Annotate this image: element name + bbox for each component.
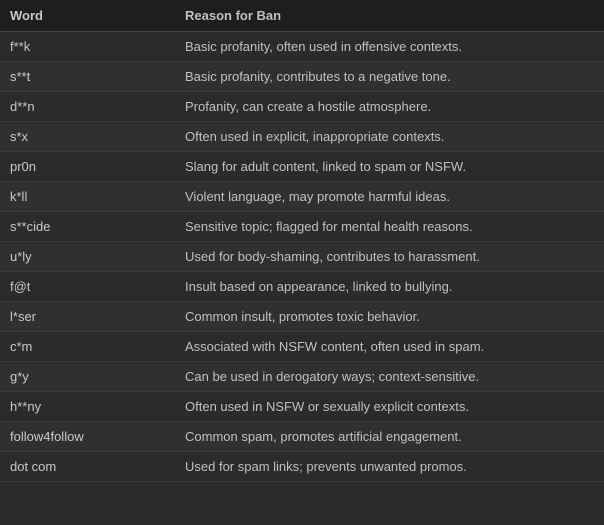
header-reason: Reason for Ban: [175, 0, 604, 32]
cell-word: dot com: [0, 452, 175, 482]
cell-reason: Can be used in derogatory ways; context-…: [175, 362, 604, 392]
table-row: k*llViolent language, may promote harmfu…: [0, 182, 604, 212]
cell-word: f@t: [0, 272, 175, 302]
cell-word: s**cide: [0, 212, 175, 242]
cell-word: h**ny: [0, 392, 175, 422]
cell-reason: Insult based on appearance, linked to bu…: [175, 272, 604, 302]
cell-reason: Common insult, promotes toxic behavior.: [175, 302, 604, 332]
cell-reason: Slang for adult content, linked to spam …: [175, 152, 604, 182]
cell-word: l*ser: [0, 302, 175, 332]
banned-words-table: Word Reason for Ban f**kBasic profanity,…: [0, 0, 604, 482]
cell-word: d**n: [0, 92, 175, 122]
header-word: Word: [0, 0, 175, 32]
cell-reason: Common spam, promotes artificial engagem…: [175, 422, 604, 452]
cell-reason: Used for body-shaming, contributes to ha…: [175, 242, 604, 272]
cell-word: g*y: [0, 362, 175, 392]
table-row: d**nProfanity, can create a hostile atmo…: [0, 92, 604, 122]
table-row: h**nyOften used in NSFW or sexually expl…: [0, 392, 604, 422]
cell-word: u*ly: [0, 242, 175, 272]
table-row: l*serCommon insult, promotes toxic behav…: [0, 302, 604, 332]
table-row: s**tBasic profanity, contributes to a ne…: [0, 62, 604, 92]
cell-word: s**t: [0, 62, 175, 92]
cell-reason: Basic profanity, often used in offensive…: [175, 32, 604, 62]
cell-word: c*m: [0, 332, 175, 362]
table-row: pr0nSlang for adult content, linked to s…: [0, 152, 604, 182]
cell-word: pr0n: [0, 152, 175, 182]
table-header-row: Word Reason for Ban: [0, 0, 604, 32]
table-row: follow4followCommon spam, promotes artif…: [0, 422, 604, 452]
table-row: f**kBasic profanity, often used in offen…: [0, 32, 604, 62]
table-row: g*yCan be used in derogatory ways; conte…: [0, 362, 604, 392]
table-row: dot comUsed for spam links; prevents unw…: [0, 452, 604, 482]
cell-reason: Associated with NSFW content, often used…: [175, 332, 604, 362]
table-row: s**cideSensitive topic; flagged for ment…: [0, 212, 604, 242]
table-row: f@tInsult based on appearance, linked to…: [0, 272, 604, 302]
cell-word: k*ll: [0, 182, 175, 212]
cell-reason: Often used in explicit, inappropriate co…: [175, 122, 604, 152]
cell-reason: Basic profanity, contributes to a negati…: [175, 62, 604, 92]
cell-word: follow4follow: [0, 422, 175, 452]
cell-word: f**k: [0, 32, 175, 62]
cell-reason: Sensitive topic; flagged for mental heal…: [175, 212, 604, 242]
table-row: c*mAssociated with NSFW content, often u…: [0, 332, 604, 362]
cell-word: s*x: [0, 122, 175, 152]
table-row: s*xOften used in explicit, inappropriate…: [0, 122, 604, 152]
table-row: u*lyUsed for body-shaming, contributes t…: [0, 242, 604, 272]
cell-reason: Used for spam links; prevents unwanted p…: [175, 452, 604, 482]
cell-reason: Profanity, can create a hostile atmosphe…: [175, 92, 604, 122]
cell-reason: Violent language, may promote harmful id…: [175, 182, 604, 212]
cell-reason: Often used in NSFW or sexually explicit …: [175, 392, 604, 422]
